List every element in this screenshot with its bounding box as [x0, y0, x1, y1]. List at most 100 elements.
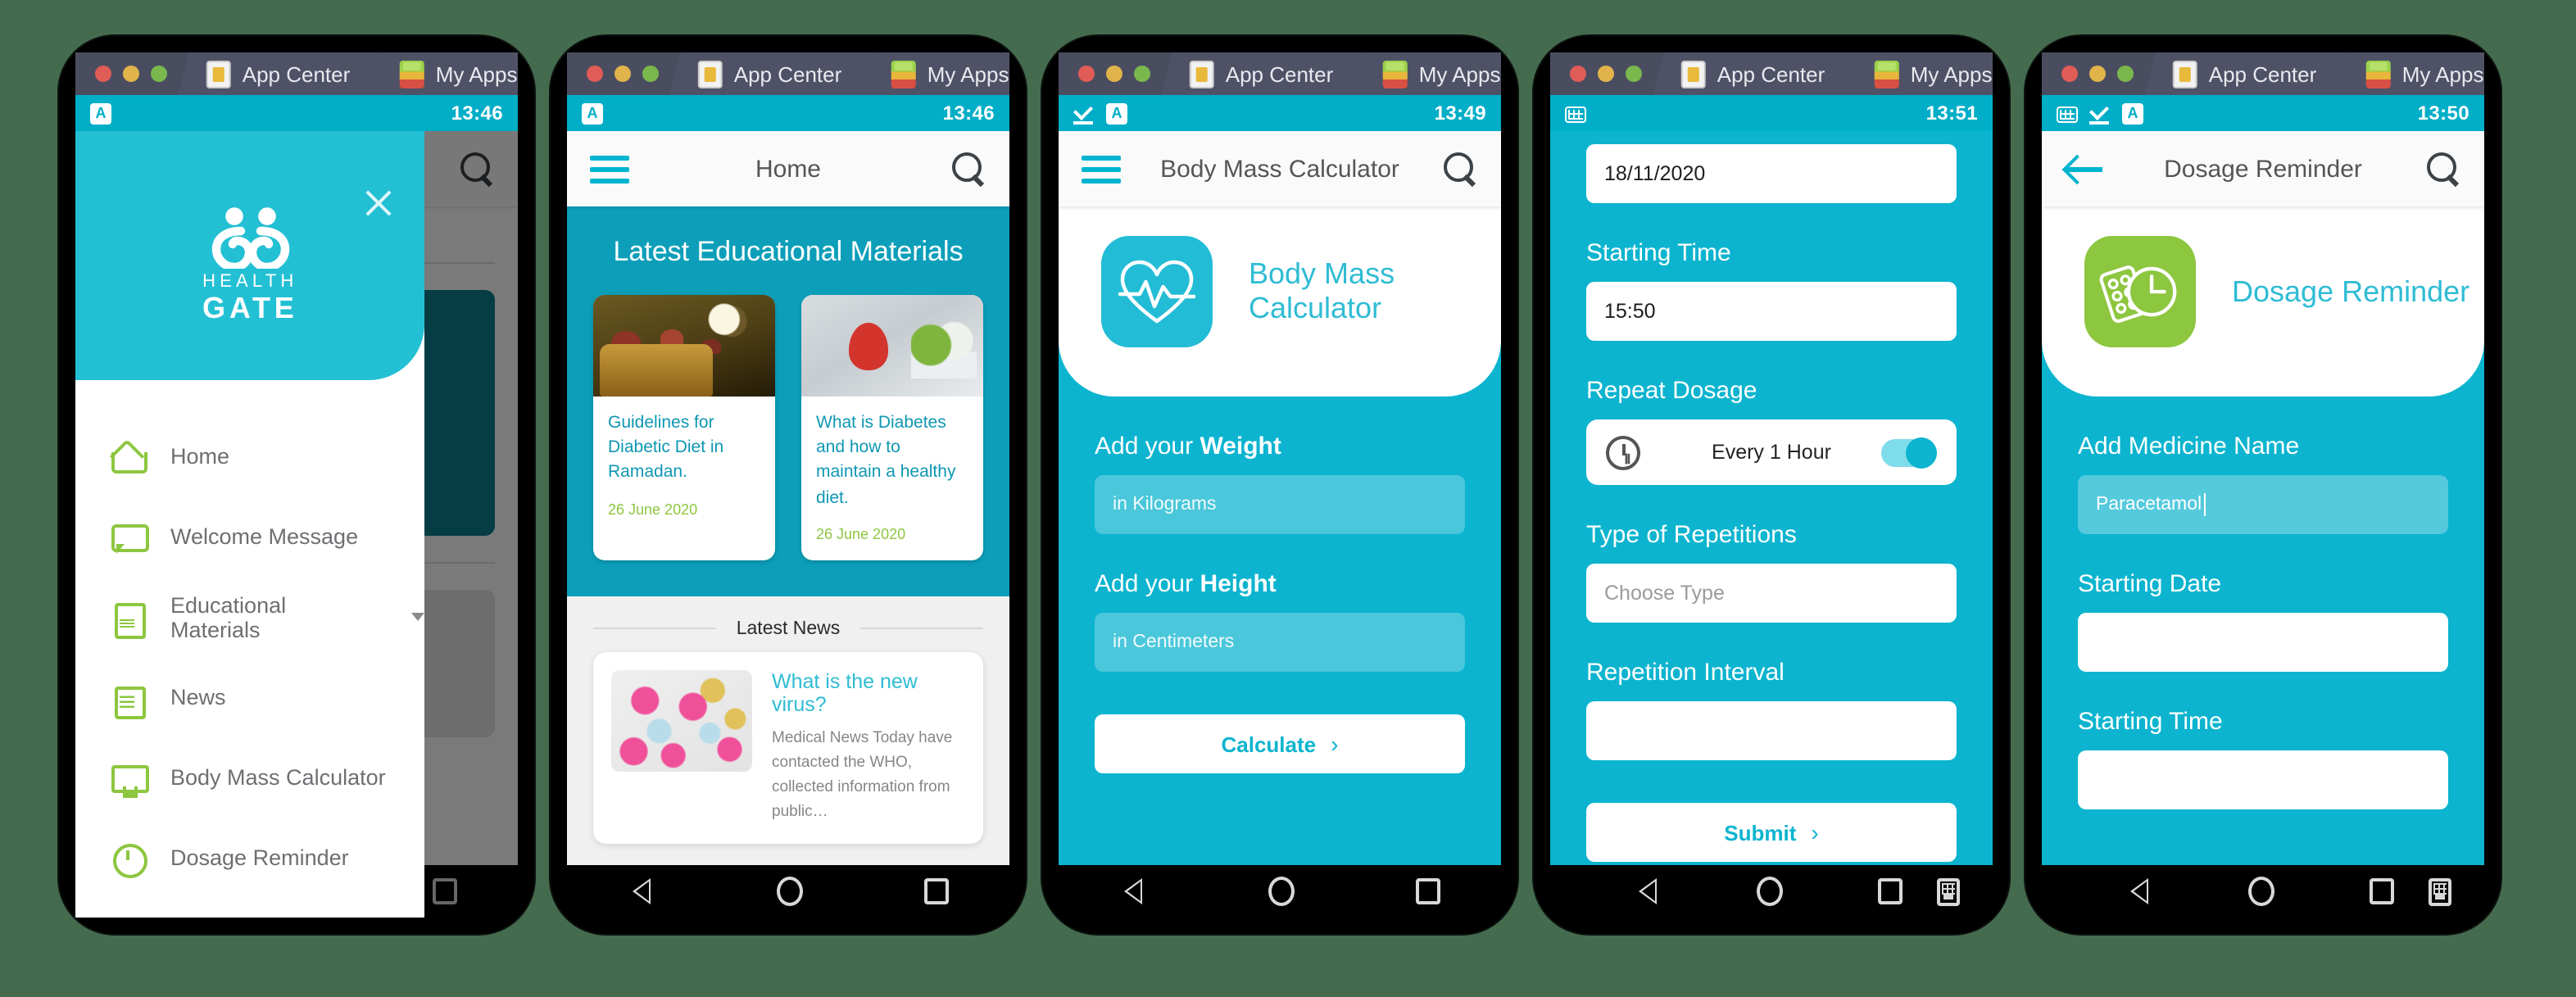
height-label-strong: Height [1200, 570, 1277, 598]
nav-keyboard-icon[interactable] [1937, 877, 1960, 905]
nav-back-icon[interactable] [1119, 877, 1147, 905]
my-apps-icon [891, 60, 916, 88]
close-window-button[interactable] [2061, 66, 2078, 82]
height-input[interactable]: in Centimeters [1095, 613, 1465, 672]
repetition-interval-label: Repetition Interval [1586, 659, 1785, 687]
nav-home-icon[interactable] [2248, 877, 2274, 906]
status-time: 13:51 [1925, 102, 1978, 125]
repeat-dosage-toggle[interactable] [1881, 437, 1937, 468]
type-of-repetitions-select[interactable]: Choose Type [1586, 564, 1957, 623]
maximize-window-button[interactable] [151, 66, 167, 82]
minimize-window-button[interactable] [1598, 66, 1614, 82]
search-icon[interactable] [1442, 151, 1478, 187]
minimize-window-button[interactable] [123, 66, 139, 82]
my-apps-icon [1874, 60, 1899, 88]
sidebar-item-educational-materials[interactable]: Educational Materials [75, 577, 425, 657]
tab-my-apps[interactable]: My Apps [1846, 52, 1993, 95]
page-title: Dosage Reminder [2164, 155, 2362, 183]
sidebar-item-related-apps[interactable]: Related Apps [75, 898, 425, 918]
useful-tools-header: Useful Tools [567, 843, 1009, 865]
hamburger-icon[interactable] [1082, 155, 1121, 183]
card-date: 26 June 2020 [608, 501, 698, 518]
window-controls[interactable] [75, 52, 184, 95]
tab-app-center[interactable]: App Center [669, 52, 874, 95]
maximize-window-button[interactable] [642, 66, 659, 82]
maximize-window-button[interactable] [1134, 66, 1150, 82]
emulator-chrome-bar: App Center My Apps Health Gate [567, 52, 1009, 95]
sidebar-item-welcome-message[interactable]: Welcome Message [75, 496, 425, 577]
window-controls[interactable] [1059, 52, 1167, 95]
calculate-label: Calculate [1221, 732, 1317, 756]
minimize-window-button[interactable] [1106, 66, 1122, 82]
nav-recents-icon[interactable] [1878, 878, 1903, 904]
sidebar-item-body-mass-calculator[interactable]: Body Mass Calculator [75, 737, 425, 818]
tab-my-apps[interactable]: My Apps [2338, 52, 2484, 95]
android-status-bar: A 13:49 [1059, 95, 1501, 131]
minimize-window-button[interactable] [615, 66, 631, 82]
educational-material-card[interactable]: Guidelines for Diabetic Diet in Ramadan.… [593, 295, 775, 560]
document-icon [111, 600, 146, 638]
starting-time-input[interactable] [2078, 750, 2448, 809]
tab-app-center[interactable]: App Center [178, 52, 383, 95]
starting-time-input[interactable]: 15:50 [1586, 282, 1957, 341]
nav-recents-icon[interactable] [924, 878, 949, 904]
brand-logo: HEALTH GATE [202, 206, 298, 324]
starting-date-input[interactable] [2078, 613, 2448, 672]
nav-recents-icon[interactable] [2370, 878, 2394, 904]
nav-back-icon[interactable] [1634, 877, 1662, 905]
window-controls[interactable] [2042, 52, 2150, 95]
calculate-button[interactable]: Calculate › [1095, 714, 1465, 773]
nav-back-icon[interactable] [2125, 877, 2153, 905]
monitor-heartbeat-icon [111, 761, 149, 797]
ramadan-table-photo [593, 295, 775, 397]
alphabet-a-icon: A [582, 102, 603, 124]
section-title: Latest Educational Materials [613, 236, 964, 267]
educational-material-card[interactable]: What is Diabetes and how to maintain a h… [801, 295, 983, 560]
maximize-window-button[interactable] [2117, 66, 2134, 82]
phone-screen-dosage-schedule: App Center My Apps Health Gate 13:51 [1550, 52, 1993, 918]
minimize-window-button[interactable] [2089, 66, 2106, 82]
starting-date-input[interactable]: 18/11/2020 [1586, 144, 1957, 203]
nav-keyboard-icon[interactable] [2429, 877, 2451, 905]
type-of-repetitions-placeholder: Choose Type [1604, 582, 1725, 605]
window-controls[interactable] [567, 52, 675, 95]
emulator-chrome-bar: App Center My Apps Health Gate [1550, 52, 1993, 95]
medicine-name-input[interactable]: Paracetamol [2078, 475, 2448, 534]
sidebar-item-news[interactable]: News [75, 657, 425, 737]
submit-button[interactable]: Submit › [1586, 803, 1957, 862]
search-icon[interactable] [950, 151, 986, 187]
tab-app-center[interactable]: App Center [1653, 52, 1857, 95]
close-window-button[interactable] [1570, 66, 1586, 82]
home-scroll-area[interactable]: Latest Educational Materials Guidelines … [567, 206, 1009, 865]
nav-home-icon[interactable] [777, 877, 803, 906]
tab-my-apps[interactable]: My Apps [371, 52, 518, 95]
close-icon[interactable] [363, 187, 396, 220]
repetition-interval-input[interactable] [1586, 701, 1957, 760]
card-title: Guidelines for Diabetic Diet in Ramadan. [608, 413, 724, 483]
dosage-schedule-content: 18/11/2020 Starting Time 15:50 Repeat Do… [1550, 131, 1993, 865]
nav-back-icon[interactable] [628, 877, 655, 905]
tab-app-center[interactable]: App Center [1161, 52, 1366, 95]
nav-recents-icon[interactable] [1416, 878, 1440, 904]
tab-app-center[interactable]: App Center [2144, 52, 2349, 95]
nav-home-icon[interactable] [1757, 877, 1783, 906]
tab-my-apps[interactable]: My Apps [863, 52, 1009, 95]
hamburger-icon[interactable] [590, 155, 629, 183]
close-window-button[interactable] [95, 66, 111, 82]
sidebar-item-home[interactable]: Home [75, 416, 425, 496]
back-arrow-icon[interactable] [2065, 152, 2107, 185]
close-window-button[interactable] [1078, 66, 1095, 82]
sidebar-item-dosage-reminder[interactable]: Dosage Reminder [75, 818, 425, 898]
maximize-window-button[interactable] [1626, 66, 1642, 82]
weight-input[interactable]: in Kilograms [1095, 475, 1465, 534]
close-window-button[interactable] [587, 66, 603, 82]
repeat-dosage-row[interactable]: Every 1 Hour [1586, 419, 1957, 485]
screenshot-stage: App Center My Apps Health Gate A 13:46 [0, 0, 2576, 997]
search-icon[interactable] [2425, 151, 2461, 187]
news-card[interactable]: What is the new virus? Medical News Toda… [593, 651, 983, 844]
phone-screen-drawer: App Center My Apps Health Gate A 13:46 [75, 52, 518, 918]
nav-home-icon[interactable] [1268, 877, 1295, 906]
tab-my-apps[interactable]: My Apps [1354, 52, 1501, 95]
window-controls[interactable] [1550, 52, 1658, 95]
tab-label: My Apps [927, 61, 1009, 86]
